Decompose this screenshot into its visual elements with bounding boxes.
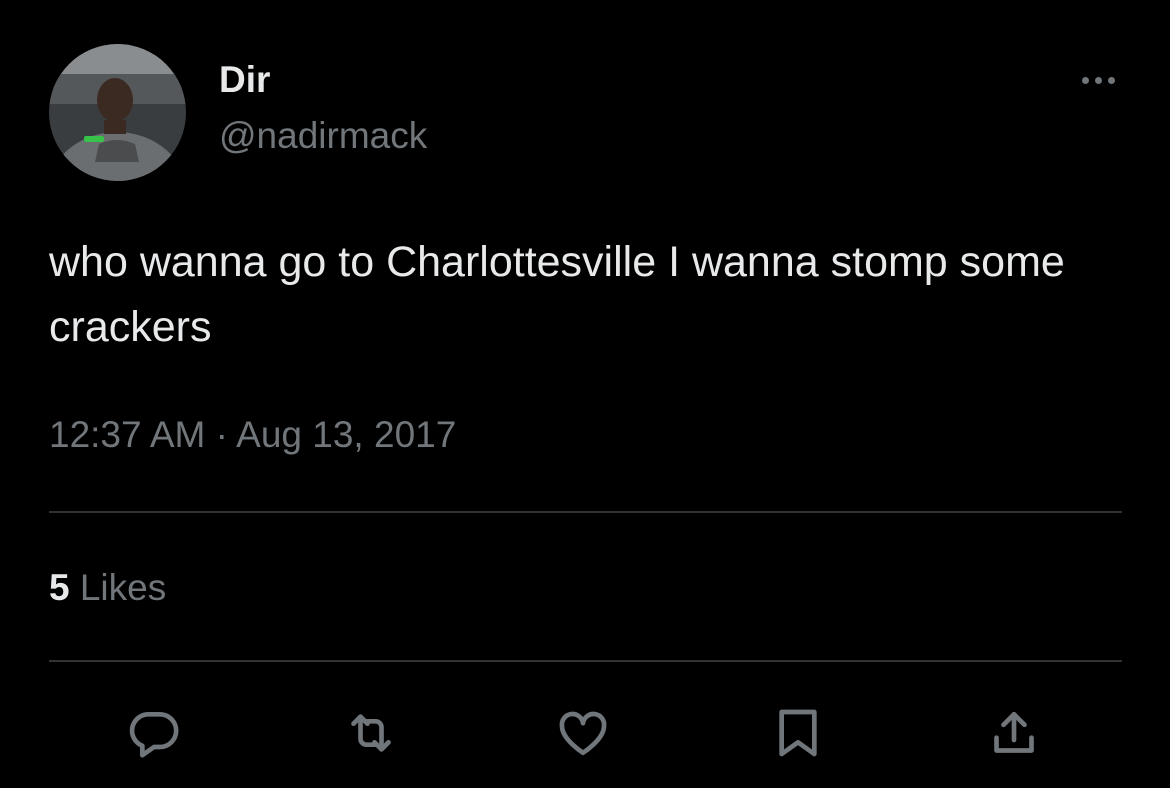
user-handle[interactable]: @nadirmack <box>219 114 427 158</box>
tweet-detail: Dir @nadirmack who wanna go to Charlotte… <box>0 0 1170 788</box>
bookmark-icon <box>779 709 817 757</box>
divider <box>49 511 1122 513</box>
share-icon <box>994 712 1034 753</box>
tweet-text: who wanna go to Charlottesville I wanna … <box>49 238 1065 351</box>
bookmark-button[interactable] <box>765 700 831 766</box>
retweet-icon <box>351 714 391 752</box>
reply-button[interactable] <box>121 700 187 766</box>
retweet-button[interactable] <box>338 700 404 766</box>
display-name[interactable]: Dir <box>219 58 270 102</box>
reply-icon <box>129 712 179 758</box>
tweet-timestamp[interactable]: 12:37 AM · Aug 13, 2017 <box>49 412 456 458</box>
like-button[interactable] <box>550 700 616 766</box>
heart-icon <box>559 711 607 756</box>
likes-stat[interactable]: 5 Likes <box>49 565 166 611</box>
likes-count: 5 <box>49 567 70 608</box>
more-dot-icon <box>1094 76 1102 84</box>
divider <box>49 660 1122 662</box>
more-options-button[interactable] <box>1070 62 1126 98</box>
action-bar <box>0 700 1170 766</box>
likes-label: Likes <box>79 567 167 608</box>
avatar[interactable] <box>49 44 186 181</box>
profile-photo-image <box>49 44 186 181</box>
share-button[interactable] <box>981 700 1047 766</box>
more-dot-icon <box>1107 76 1115 84</box>
more-dot-icon <box>1081 76 1089 84</box>
